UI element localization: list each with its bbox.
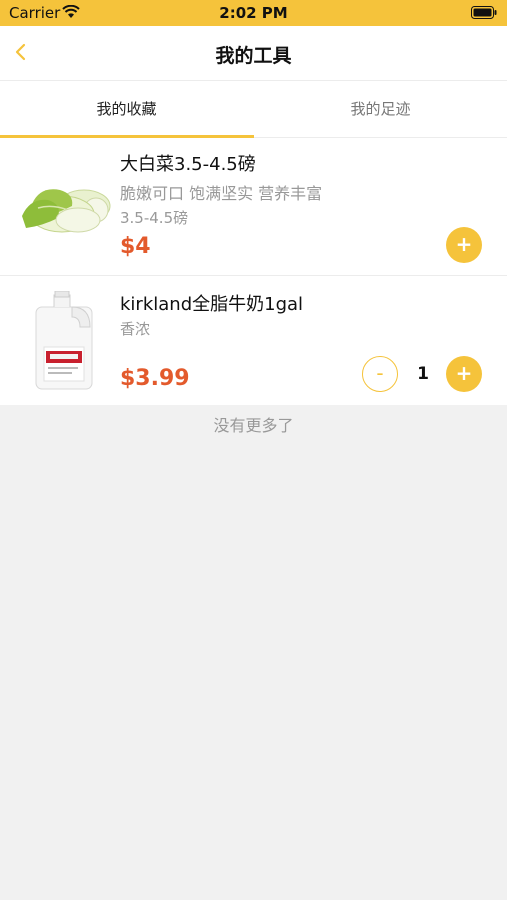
product-price: $4 xyxy=(120,234,151,259)
no-more-label: 没有更多了 xyxy=(213,416,294,435)
quantity-value: 1 xyxy=(417,364,429,384)
product-name: kirkland全脂牛奶1gal xyxy=(120,294,304,315)
list-item[interactable]: kirkland全脂牛奶1gal 香浓 $3.99 - 1 + xyxy=(0,276,507,405)
decrease-quantity-button[interactable]: - xyxy=(362,356,398,392)
page-title: 我的工具 xyxy=(215,45,292,67)
status-time: 2:02 PM xyxy=(219,4,288,22)
tab-favorites[interactable]: 我的收藏 xyxy=(0,81,253,137)
napa-cabbage-image xyxy=(22,189,111,233)
list-item[interactable]: 大白菜3.5-4.5磅 脆嫩可口 饱满坚实 营养丰富 3.5-4.5磅 $4 + xyxy=(0,138,507,276)
battery-icon xyxy=(471,6,497,19)
increase-quantity-button[interactable]: + xyxy=(446,356,482,392)
product-list: 大白菜3.5-4.5磅 脆嫩可口 饱满坚实 营养丰富 3.5-4.5磅 $4 +… xyxy=(0,138,507,405)
milk-gallon-image xyxy=(35,291,93,390)
add-to-cart-button[interactable]: + xyxy=(446,227,482,263)
product-name: 大白菜3.5-4.5磅 xyxy=(120,154,256,175)
product-spec: 3.5-4.5磅 xyxy=(120,209,189,227)
tab-bar: 我的收藏 我的足迹 xyxy=(0,81,507,138)
nav-bar: 我的工具 xyxy=(0,26,507,81)
product-price: $3.99 xyxy=(120,366,190,391)
tab-history[interactable]: 我的足迹 xyxy=(254,81,507,137)
product-desc: 香浓 xyxy=(120,320,151,338)
product-desc: 脆嫩可口 饱满坚实 营养丰富 xyxy=(120,184,323,203)
status-bar: Carrier 2:02 PM xyxy=(0,0,507,26)
